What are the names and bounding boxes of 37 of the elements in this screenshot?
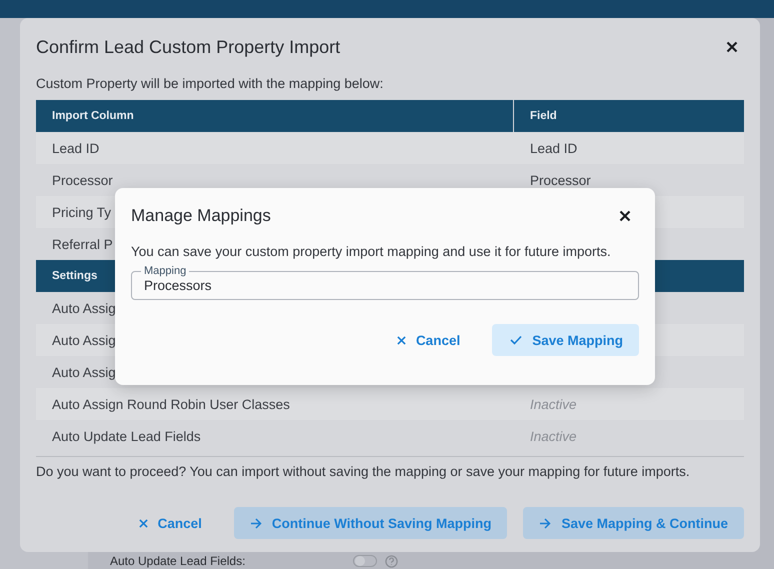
question-text: Do you want to proceed? You can import without saving the mapping or save your mapping for future imports. xyxy=(36,464,691,480)
close-button[interactable] xyxy=(617,208,633,224)
close-icon xyxy=(396,336,406,344)
action-button[interactable]: Continue Without Saving Mapping xyxy=(234,507,508,539)
table-cell: Pricing Ty xyxy=(52,204,112,220)
table-cell: Auto Assig xyxy=(52,332,116,348)
action-button[interactable]: Save Mapping & Continue xyxy=(523,507,744,539)
action-button[interactable]: Save Mapping xyxy=(492,324,639,356)
cancel-button[interactable]: Cancel xyxy=(380,324,476,356)
info-text: You can save your custom property import mapping and use it for future imports. xyxy=(131,244,612,260)
input-field[interactable]: Processors xyxy=(144,278,626,293)
mapping-field[interactable]: Mapping Processors xyxy=(131,266,639,300)
table-cell: Processor xyxy=(52,172,113,188)
table-cell: Auto Assign Round Robin User Classes xyxy=(52,396,290,412)
arrow-right-icon xyxy=(539,518,552,528)
close-button[interactable] xyxy=(724,39,740,55)
table-cell: Lead ID xyxy=(52,140,100,156)
field-label: Auto Update Lead Fields: xyxy=(110,554,246,568)
table-cell: Auto Update Lead Fields xyxy=(52,428,201,444)
close-icon xyxy=(138,518,148,528)
table-cell: Auto Assig xyxy=(52,300,116,316)
column-header: Field xyxy=(529,109,558,124)
table-cell: Processor xyxy=(530,172,591,188)
status-text: Inactive xyxy=(530,396,577,412)
status-text: Inactive xyxy=(530,428,577,444)
intro-text: Custom Property will be imported with the mapping below: xyxy=(36,76,384,92)
table-cell: Referral P xyxy=(52,236,113,252)
table-cell: Auto Assig xyxy=(52,364,116,380)
cancel-button[interactable]: Cancel xyxy=(122,507,218,539)
dialog-title: Manage Mappings xyxy=(131,206,271,226)
arrow-right-icon xyxy=(250,518,262,528)
dialog-title: Confirm Lead Custom Property Import xyxy=(36,36,340,58)
check-icon xyxy=(510,335,522,345)
toggle-switch[interactable] xyxy=(353,555,378,567)
field-label: Mapping xyxy=(143,266,188,277)
section-header: Settings xyxy=(52,270,98,282)
table-cell: Lead ID xyxy=(530,140,578,156)
